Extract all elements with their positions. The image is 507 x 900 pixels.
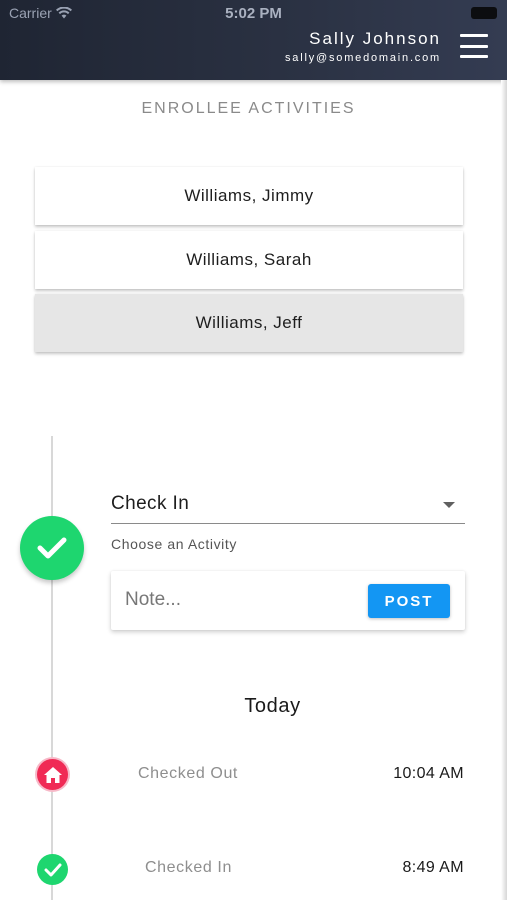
note-input[interactable] — [125, 583, 355, 617]
enrollee-item-jeff[interactable]: Williams, Jeff — [35, 294, 463, 352]
check-icon — [37, 854, 68, 885]
user-email: sally@somedomain.com — [285, 52, 441, 64]
user-name: Sally Johnson — [309, 29, 441, 48]
activity-select-value: Check In — [111, 493, 190, 514]
check-icon — [20, 516, 84, 580]
home-icon — [37, 759, 68, 790]
timeline-event-time: 10:04 AM — [393, 765, 464, 782]
post-button[interactable]: POST — [368, 584, 450, 618]
activity-select[interactable]: Check In — [111, 486, 465, 524]
page-edge-shadow — [501, 80, 507, 900]
hamburger-menu-icon[interactable] — [460, 34, 488, 58]
section-title: ENROLLEE ACTIVITIES — [141, 100, 356, 117]
app-header: Carrier 5:02 PM Sally Johnson sally@some… — [0, 0, 507, 80]
note-card: POST — [111, 571, 465, 630]
activity-helper-text: Choose an Activity — [111, 536, 237, 552]
timeline-line — [51, 436, 53, 900]
timeline-event-label: Checked In — [145, 859, 232, 876]
battery-icon — [471, 7, 497, 19]
status-time: 5:02 PM — [225, 5, 282, 22]
timeline-event-label: Checked Out — [138, 765, 238, 782]
enrollee-item-jimmy[interactable]: Williams, Jimmy — [35, 167, 463, 225]
timeline-event-time: 8:49 AM — [402, 859, 464, 876]
enrollee-item-sarah[interactable]: Williams, Sarah — [35, 231, 463, 289]
timeline-day-label: Today — [244, 695, 301, 717]
dropdown-arrow-icon — [443, 502, 455, 508]
